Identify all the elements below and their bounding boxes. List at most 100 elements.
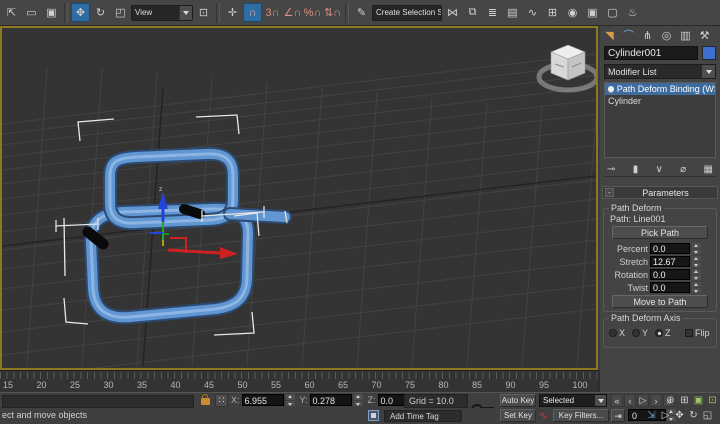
configure-modifier-sets-icon[interactable]: ▦: [704, 164, 713, 175]
make-unique-icon[interactable]: ∨: [656, 164, 663, 175]
deformed-cylinder-object[interactable]: [88, 154, 285, 317]
zoom-icon[interactable]: ⊕: [664, 394, 677, 407]
object-color-swatch[interactable]: [702, 46, 716, 60]
layer-manager-icon[interactable]: ≣: [483, 3, 502, 22]
pan-hand-icon[interactable]: ✥: [673, 409, 686, 422]
value-field[interactable]: 0.0: [650, 243, 690, 254]
tab-create[interactable]: ◥: [602, 28, 617, 43]
toolbar-separator[interactable]: [216, 3, 220, 23]
select-and-link-icon[interactable]: ⇱: [2, 3, 21, 22]
object-name-field[interactable]: Cylinder001: [604, 46, 698, 60]
material-editor-icon[interactable]: ◉: [563, 3, 582, 22]
parameters-rollout-header[interactable]: - Parameters: [602, 186, 718, 199]
zoom-region-icon[interactable]: ▷: [659, 409, 672, 422]
zoom-all-icon[interactable]: ⊞: [678, 394, 691, 407]
key-mode-toggle-icon[interactable]: ⇥: [611, 409, 625, 422]
key-filters-button[interactable]: Key Filters...: [553, 409, 609, 422]
pan-2d-icon[interactable]: ⇲: [645, 409, 658, 422]
mirror-icon[interactable]: ⋈: [443, 3, 462, 22]
show-end-result-icon[interactable]: ▮: [633, 164, 639, 175]
absolute-offset-toggle-icon[interactable]: ∷: [215, 394, 228, 407]
spinner-snap-icon[interactable]: ⇅∩: [323, 3, 342, 22]
timeline-ruler[interactable]: 1520253035404550556065707580859095100: [0, 370, 598, 392]
x-coordinate-field: X: 6.955: [231, 394, 295, 406]
coordinate-input[interactable]: 6.955: [242, 394, 284, 406]
move-to-path-button[interactable]: Move to Path: [612, 295, 708, 308]
timeline-tick-label: 80: [439, 380, 449, 390]
orbit-icon[interactable]: ↻: [687, 409, 700, 422]
tab-display[interactable]: ▥: [678, 28, 693, 43]
time-tag-icon[interactable]: [368, 410, 379, 421]
spinner-buttons[interactable]: [354, 394, 363, 406]
play-button[interactable]: ▷: [637, 394, 649, 407]
set-key-button[interactable]: Set Key: [500, 409, 536, 422]
rendered-frame-window-icon[interactable]: ▢: [603, 3, 622, 22]
reference-coordinate-dropdown[interactable]: View: [131, 5, 193, 21]
flip-checkbox[interactable]: Flip: [685, 328, 710, 338]
remove-modifier-icon[interactable]: ⌀: [680, 164, 686, 175]
angle-snap-icon[interactable]: ∠∩: [283, 3, 302, 22]
spinner-buttons[interactable]: [692, 269, 701, 280]
add-time-tag-field[interactable]: Add Time Tag: [384, 410, 462, 422]
pick-path-button[interactable]: Pick Path: [612, 226, 708, 239]
spinner-buttons[interactable]: [692, 256, 701, 267]
render-setup-icon[interactable]: ▣: [583, 3, 602, 22]
value-field[interactable]: 12.67: [650, 256, 690, 267]
snaps-toggle-icon[interactable]: ∩: [243, 3, 262, 22]
toolbar-separator[interactable]: [345, 3, 349, 23]
modifier-enabled-bulb-icon[interactable]: [608, 86, 614, 92]
curve-editor-icon[interactable]: ∿: [523, 3, 542, 22]
viewport-nav-row1: ⊕⊞▣⊡: [664, 394, 719, 407]
axis-y-radio[interactable]: Y: [632, 328, 648, 338]
dropdown-arrow-icon: [702, 65, 715, 78]
schematic-view-icon[interactable]: ⊞: [543, 3, 562, 22]
selection-region-icon[interactable]: ▭: [22, 3, 41, 22]
spinner-buttons[interactable]: [692, 282, 701, 293]
maximize-viewport-icon[interactable]: ◱: [701, 409, 714, 422]
select-and-manipulate-icon[interactable]: ✛: [223, 3, 242, 22]
window-crossing-icon[interactable]: ▣: [42, 3, 61, 22]
named-selection-sets-dropdown[interactable]: Create Selection Se: [372, 5, 442, 21]
previous-frame-button[interactable]: ‹: [624, 394, 636, 407]
go-to-start-button[interactable]: «: [611, 394, 623, 407]
viewcube[interactable]: [539, 45, 596, 90]
toolbar-separator[interactable]: [64, 3, 68, 23]
perspective-viewport[interactable]: z: [0, 26, 598, 370]
modifier-cylinder[interactable]: Cylinder: [605, 95, 715, 107]
tab-hierarchy[interactable]: ⋔: [640, 28, 655, 43]
modifier-path-deform-binding[interactable]: Path Deform Binding (WS: [605, 83, 715, 95]
edit-named-selection-sets-icon[interactable]: ✎: [352, 3, 371, 22]
modifier-list-dropdown[interactable]: Modifier List: [604, 64, 716, 79]
default-tangent-curve-icon[interactable]: ∿: [539, 409, 548, 422]
tab-modify[interactable]: ⌒: [621, 28, 636, 43]
percent-snap-icon[interactable]: %∩: [303, 3, 322, 22]
y-coordinate-field: Y: 0.278: [300, 394, 363, 406]
axis-z-radio[interactable]: Z: [655, 328, 671, 338]
tab-motion[interactable]: ◎: [659, 28, 674, 43]
spinner-buttons[interactable]: [692, 243, 701, 254]
align-icon[interactable]: ⧉: [463, 3, 482, 22]
axis-x-radio[interactable]: X: [609, 328, 625, 338]
value-field[interactable]: 0.0: [650, 269, 690, 280]
select-and-rotate-icon[interactable]: ↻: [91, 3, 110, 22]
auto-key-button[interactable]: Auto Key: [500, 394, 536, 407]
pin-stack-icon[interactable]: ⊸: [607, 164, 615, 175]
zoom-extents-all-icon[interactable]: ⊡: [706, 394, 719, 407]
snap-3d-icon[interactable]: 3∩: [263, 3, 282, 22]
twist-spinner: Twist 0.0: [606, 281, 714, 294]
selection-lock-icon[interactable]: [201, 398, 210, 405]
coordinate-input[interactable]: 0.278: [310, 394, 352, 406]
key-selection-dropdown[interactable]: Selected: [539, 394, 607, 407]
next-frame-button[interactable]: ›: [650, 394, 662, 407]
zoom-extents-icon[interactable]: ▣: [692, 394, 705, 407]
select-and-move-icon[interactable]: ✥: [71, 3, 90, 22]
value-field[interactable]: 0.0: [650, 282, 690, 293]
graphite-ribbon-icon[interactable]: ▤: [503, 3, 522, 22]
select-and-scale-icon[interactable]: ◰: [111, 3, 130, 22]
timeline-tick-label: 50: [238, 380, 248, 390]
collapse-icon[interactable]: -: [605, 188, 614, 197]
tab-utilities[interactable]: ⚒: [697, 28, 712, 43]
use-pivot-point-icon[interactable]: ⊡: [194, 3, 213, 22]
spinner-buttons[interactable]: [286, 394, 295, 406]
render-production-icon[interactable]: ♨: [623, 3, 642, 22]
